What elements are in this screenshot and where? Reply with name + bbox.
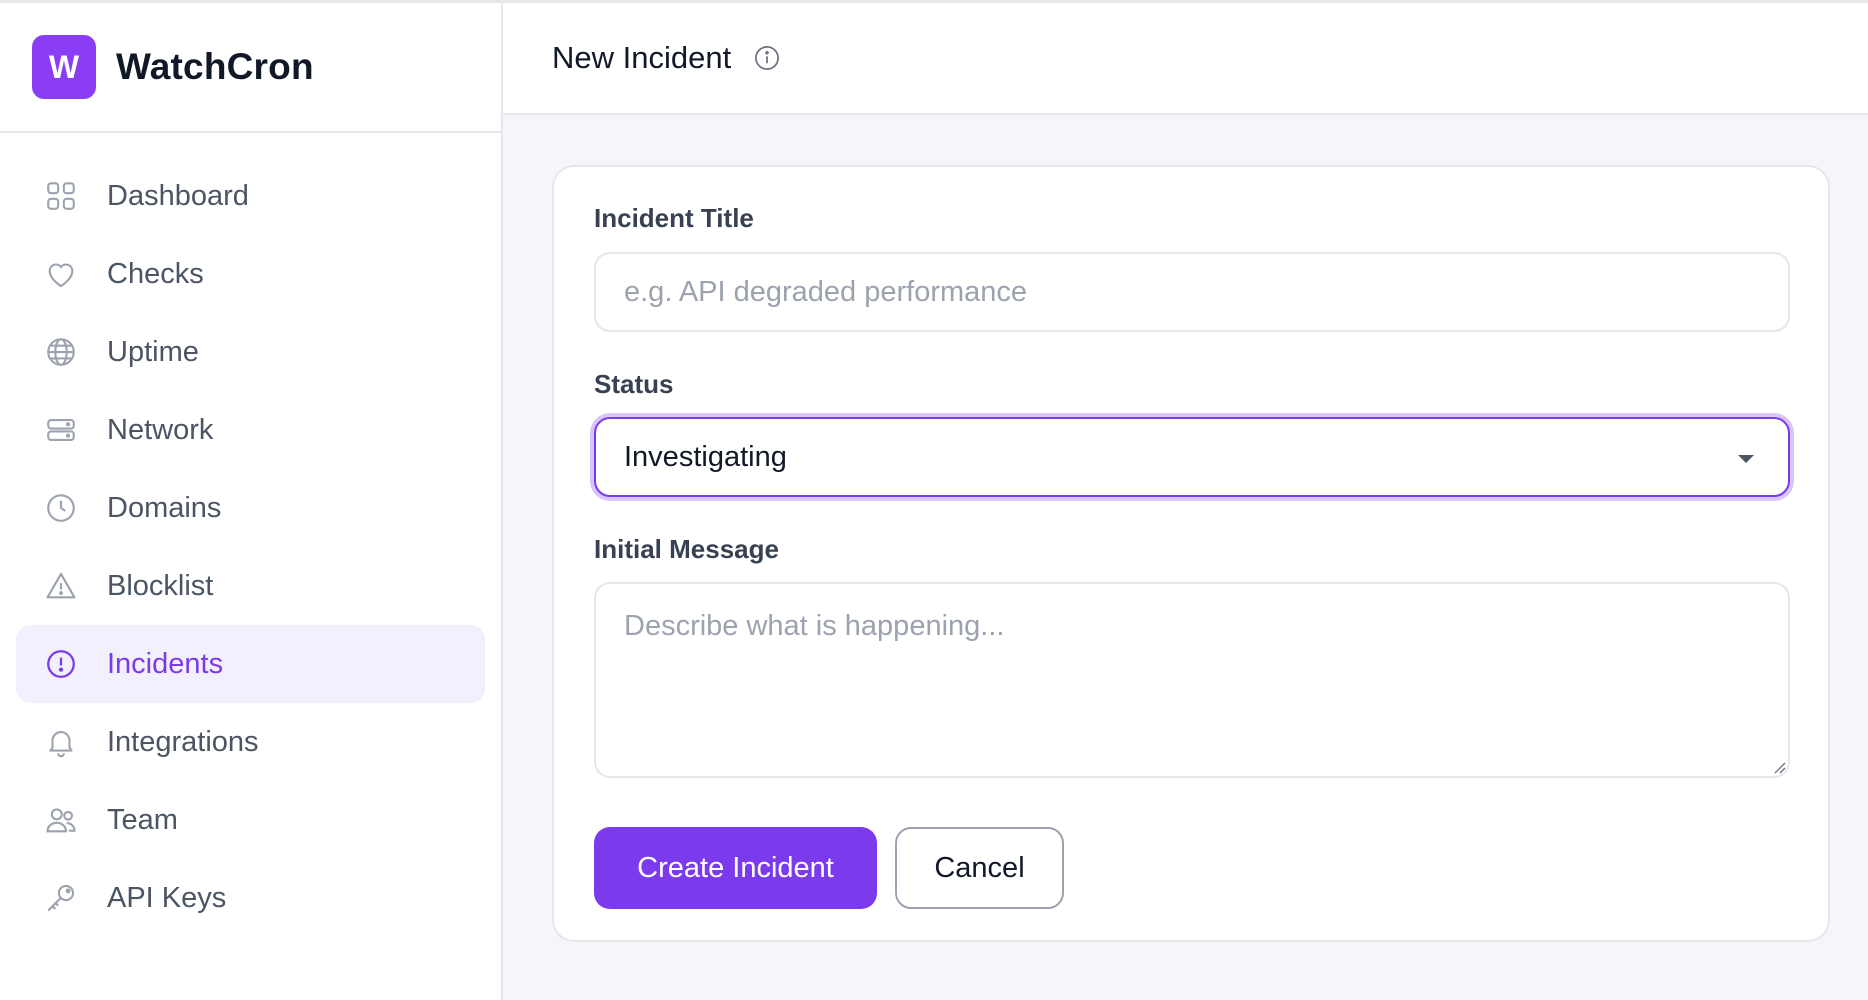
status-select-value: Investigating	[624, 440, 787, 473]
app-window: W WatchCron Dashboard Checks Uptime Netw…	[0, 0, 1868, 1000]
create-incident-button[interactable]: Create Incident	[594, 827, 877, 909]
sidebar-item-label: Integrations	[107, 725, 259, 758]
sidebar-item-dashboard[interactable]: Dashboard	[16, 157, 485, 235]
sidebar-item-integrations[interactable]: Integrations	[16, 703, 485, 781]
sidebar-item-incidents[interactable]: Incidents	[16, 625, 485, 703]
status-label: Status	[594, 369, 674, 399]
alert-circle-icon	[43, 646, 79, 682]
dashboard-grid-icon	[43, 178, 79, 214]
sidebar-item-uptime[interactable]: Uptime	[16, 313, 485, 391]
sidebar: W WatchCron Dashboard Checks Uptime Netw…	[0, 3, 503, 1000]
sidebar-item-label: Domains	[107, 491, 222, 524]
cancel-button[interactable]: Cancel	[895, 827, 1064, 909]
status-select[interactable]: Investigating	[594, 417, 1790, 497]
page-header: New Incident	[503, 3, 1868, 115]
users-icon	[43, 802, 79, 838]
incident-title-input[interactable]	[594, 252, 1790, 332]
sidebar-item-label: API Keys	[107, 881, 227, 914]
clock-icon	[43, 490, 79, 526]
initial-message-label: Initial Message	[594, 534, 779, 564]
incident-title-label: Incident Title	[594, 203, 754, 233]
warning-triangle-icon	[43, 568, 79, 604]
brand-logo-letter: W	[48, 48, 80, 85]
sidebar-item-label: Dashboard	[107, 179, 249, 212]
sidebar-item-label: Team	[107, 803, 178, 836]
sidebar-item-label: Uptime	[107, 335, 199, 368]
sidebar-item-label: Network	[107, 413, 214, 446]
info-icon[interactable]	[753, 44, 781, 72]
sidebar-item-label: Checks	[107, 257, 204, 290]
sidebar-item-label: Blocklist	[107, 569, 214, 602]
key-icon	[43, 880, 79, 916]
brand-header: W WatchCron	[0, 3, 501, 133]
chevron-down-icon	[1738, 455, 1754, 463]
sidebar-item-team[interactable]: Team	[16, 781, 485, 859]
main-content: New Incident Incident Title Status Inves…	[503, 3, 1868, 1000]
page-title: New Incident	[552, 40, 732, 75]
resize-handle-icon[interactable]	[1772, 760, 1786, 774]
incident-form-card: Incident Title Status Investigating Init…	[552, 165, 1830, 942]
initial-message-textarea[interactable]	[594, 582, 1790, 778]
sidebar-item-network[interactable]: Network	[16, 391, 485, 469]
globe-icon	[43, 334, 79, 370]
server-icon	[43, 412, 79, 448]
brand-logo[interactable]: W	[32, 35, 96, 99]
heart-icon	[43, 256, 79, 292]
sidebar-item-checks[interactable]: Checks	[16, 235, 485, 313]
sidebar-item-blocklist[interactable]: Blocklist	[16, 547, 485, 625]
brand-name[interactable]: WatchCron	[116, 46, 314, 88]
sidebar-item-label: Incidents	[107, 647, 224, 680]
sidebar-item-api-keys[interactable]: API Keys	[16, 859, 485, 937]
sidebar-item-domains[interactable]: Domains	[16, 469, 485, 547]
sidebar-nav: Dashboard Checks Uptime Network Domains …	[0, 133, 501, 937]
bell-icon	[43, 724, 79, 760]
